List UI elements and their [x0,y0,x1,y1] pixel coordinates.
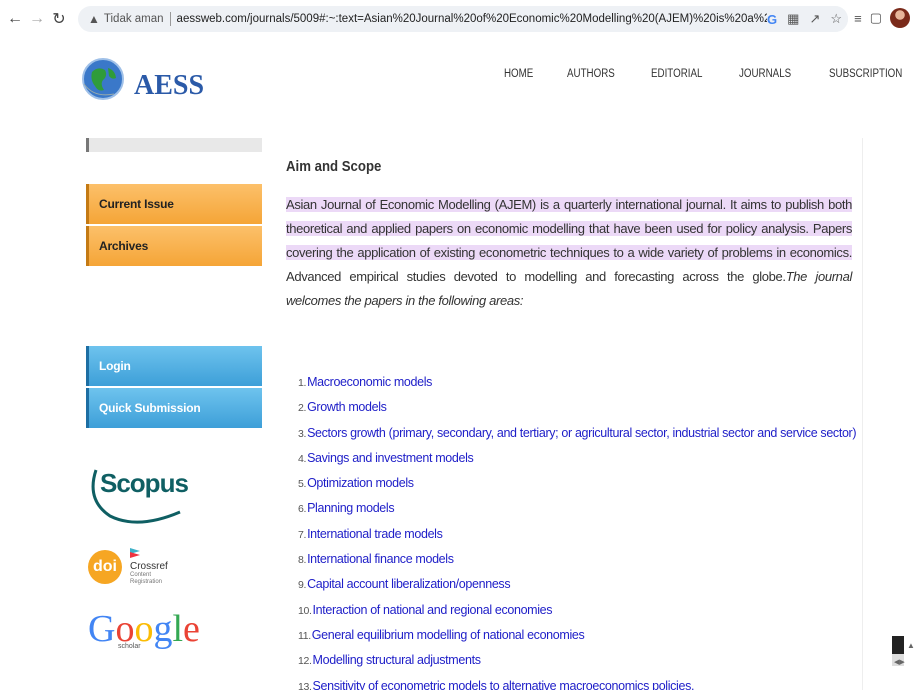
list-item[interactable]: 3.Sectors growth (primary, secondary, an… [298,421,858,446]
main-content: Aim and Scope [286,158,851,176]
aim-scope-paragraph: Asian Journal of Economic Modelling (AJE… [286,193,852,313]
list-item[interactable]: 13.Sensitivity of econometric models to … [298,674,858,690]
area-link[interactable]: Capital account liberalization/openness [307,577,511,591]
site-logo[interactable]: AESS [78,54,204,104]
profile-avatar[interactable] [890,8,910,28]
areas-list: 1.Macroeconomic models 2.Growth models 3… [298,370,858,690]
sidebar-top-bar [86,138,262,152]
bookmark-star-icon[interactable]: ☆ [830,11,842,27]
nav-subscription[interactable]: SUBSCRIPTION [829,68,902,80]
list-item[interactable]: 5.Optimization models [298,471,858,496]
area-link[interactable]: International trade models [307,527,443,541]
area-link[interactable]: Sectors growth (primary, secondary, and … [307,426,856,440]
list-item[interactable]: 12.Modelling structural adjustments [298,648,858,673]
nav-authors[interactable]: AUTHORS [567,68,615,80]
extensions-area: ≡ ▢ [854,8,910,28]
nav-home[interactable]: HOME [504,68,533,80]
address-bar[interactable]: ▲ Tidak aman aessweb.com/journals/5009#:… [78,6,848,32]
page-title: Aim and Scope [286,158,382,175]
google-scholar-logo[interactable]: Google [88,610,200,648]
scroll-widget-icon[interactable]: ▲ ◀▶ [890,634,914,668]
logo-text: AESS [134,70,205,101]
area-link[interactable]: Interaction of national and regional eco… [313,603,553,617]
google-translate-icon[interactable]: G [767,12,777,27]
list-item[interactable]: 11.General equilibrium modelling of nati… [298,623,858,648]
side-panel-icon[interactable]: ▢ [870,10,882,26]
reader-icon[interactable]: ▦ [787,11,799,27]
area-link[interactable]: Sensitivity of econometric models to alt… [313,679,695,690]
paragraph-plain-text: Advanced empirical studies devoted to mo… [286,269,786,284]
area-link[interactable]: Planning models [307,501,395,515]
list-item[interactable]: 9.Capital account liberalization/opennes… [298,572,858,597]
list-item[interactable]: 1.Macroeconomic models [298,370,858,395]
globe-logo-icon [78,54,128,104]
doi-crossref-logo[interactable]: doi Crossref Content Registration [88,548,168,585]
browser-toolbar: ← → ↻ ▲ Tidak aman aessweb.com/journals/… [0,0,914,38]
login-button[interactable]: Login [86,346,262,386]
area-link[interactable]: International finance models [307,552,454,566]
scholar-label: scholar [118,643,141,650]
area-link[interactable]: Growth models [307,400,387,414]
list-item[interactable]: 8.International finance models [298,547,858,572]
main-nav: HOME AUTHORS EDITORIAL JOURNALS SUBSCRIP… [504,68,914,80]
scopus-text: Scopus [100,468,189,498]
crossref-sub2: Registration [130,578,163,585]
nav-editorial[interactable]: EDITORIAL [651,68,702,80]
crossref-block: Crossref Content Registration [130,548,168,585]
current-issue-button[interactable]: Current Issue [86,184,262,224]
highlighted-text: Asian Journal of Economic Modelling (AJE… [286,197,852,260]
list-item[interactable]: 10.Interaction of national and regional … [298,598,858,623]
crossref-arrows-icon [130,548,168,561]
list-item[interactable]: 6.Planning models [298,496,858,521]
list-item[interactable]: 2.Growth models [298,395,858,420]
crossref-sub1: Content [130,572,152,578]
security-label[interactable]: Tidak aman [104,13,164,25]
list-item[interactable]: 4.Savings and investment models [298,446,858,471]
share-icon[interactable]: ↗ [809,11,820,27]
address-divider [169,12,171,26]
area-link[interactable]: Savings and investment models [307,451,474,465]
area-link[interactable]: Optimization models [307,476,414,490]
scopus-logo[interactable]: Scopus [88,460,189,530]
forward-arrow-icon[interactable]: → [26,8,48,30]
address-bar-actions: G ▦ ↗ ☆ [767,6,848,32]
doi-badge: doi [88,549,122,584]
list-item[interactable]: 7.International trade models [298,522,858,547]
reading-list-icon[interactable]: ≡ [854,11,862,26]
reload-icon[interactable]: ↻ [48,8,70,30]
crossref-title: Crossref [130,561,168,572]
svg-text:▲: ▲ [907,641,914,650]
quick-submission-button[interactable]: Quick Submission [86,388,262,428]
archives-button[interactable]: Archives [86,226,262,266]
area-link[interactable]: General equilibrium modelling of nationa… [312,628,585,642]
warning-icon[interactable]: ▲ [88,12,100,26]
url-text[interactable]: aessweb.com/journals/5009#:~:text=Asian%… [177,13,777,25]
area-link[interactable]: Macroeconomic models [307,375,432,389]
content-divider [862,138,863,690]
nav-journals[interactable]: JOURNALS [739,68,791,80]
back-arrow-icon[interactable]: ← [4,8,26,30]
svg-text:◀▶: ◀▶ [894,659,905,666]
area-link[interactable]: Modelling structural adjustments [313,653,481,667]
